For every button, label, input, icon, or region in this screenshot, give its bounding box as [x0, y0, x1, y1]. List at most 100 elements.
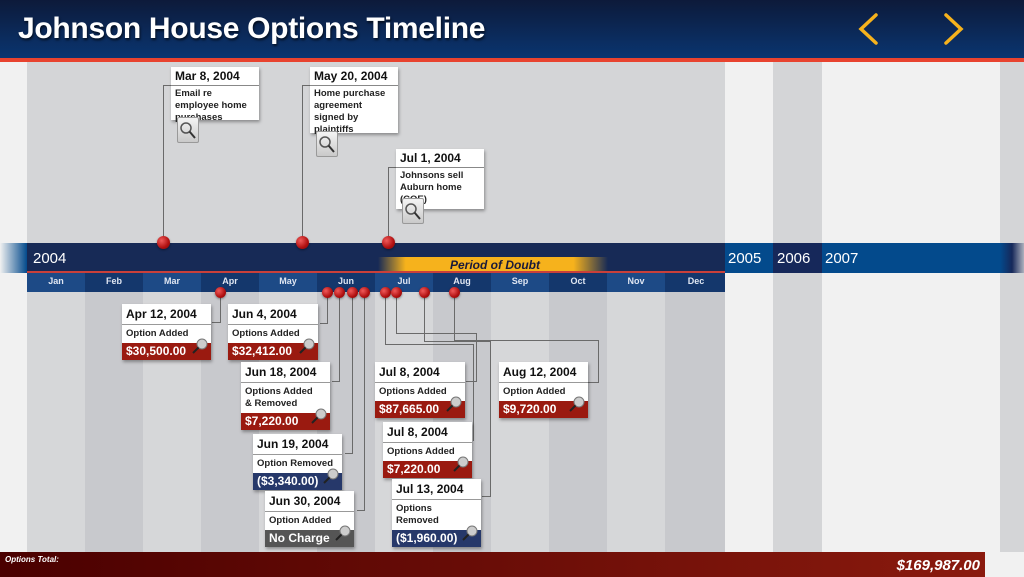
option-pin[interactable] [380, 287, 391, 298]
page-title: Johnson House Options Timeline [18, 12, 486, 45]
magnifier-icon[interactable] [322, 467, 340, 485]
option-connector [339, 292, 340, 381]
option-amount-value: $7,220.00 [245, 414, 299, 428]
option-connector [424, 292, 425, 341]
year-bar-fade [1000, 243, 1024, 273]
option-card[interactable]: Jul 8, 2004 Options Added $7,220.00 [383, 422, 472, 478]
month-label-aug: Aug [453, 276, 471, 286]
option-card[interactable]: Jul 13, 2004 Options Removed ($1,960.00) [392, 479, 481, 547]
option-connector [588, 382, 599, 383]
options-total-label: Options Total: [5, 555, 59, 564]
year-label-2006[interactable]: 2006 [777, 250, 810, 267]
option-connector [454, 340, 598, 341]
magnifier-icon[interactable] [334, 524, 352, 542]
option-connector [396, 292, 397, 333]
document-search-icon[interactable] [402, 198, 424, 224]
option-date: Jul 8, 2004 [375, 362, 465, 383]
arrow-left-icon [858, 13, 898, 45]
option-date: Jun 4, 2004 [228, 304, 318, 325]
option-connector [473, 344, 474, 440]
option-connector [364, 292, 365, 510]
month-label-jul: Jul [397, 276, 411, 286]
timeline-background-edge [1000, 62, 1024, 552]
option-connector [352, 292, 353, 453]
option-connector [396, 333, 477, 334]
footer-total-bar [0, 552, 985, 577]
option-card[interactable]: Jun 4, 2004 Options Added $32,412.00 [228, 304, 318, 360]
header-rule [0, 58, 1024, 62]
option-date: Jul 8, 2004 [383, 422, 472, 443]
magnifier-icon[interactable] [568, 395, 586, 413]
month-label-mar: Mar [163, 276, 180, 286]
event-pin[interactable] [382, 236, 395, 249]
option-amount-value: $9,720.00 [503, 402, 557, 416]
magnifier-icon[interactable] [445, 395, 463, 413]
magnifier-icon[interactable] [452, 455, 470, 473]
event-connector [163, 85, 164, 241]
option-connector [212, 322, 221, 323]
option-pin[interactable] [334, 287, 345, 298]
option-date: Jun 19, 2004 [253, 434, 342, 455]
option-amount-value: $7,220.00 [387, 462, 441, 476]
month-label-sep: Sep [511, 276, 529, 286]
option-pin[interactable] [347, 287, 358, 298]
option-connector [357, 510, 365, 511]
option-card[interactable]: Jun 18, 2004 Options Added & Removed $7,… [241, 362, 330, 430]
option-connector [385, 292, 386, 344]
back-button[interactable] [856, 10, 900, 48]
option-pin[interactable] [359, 287, 370, 298]
period-of-doubt-label: Period of Doubt [450, 258, 540, 272]
year-label-2005[interactable]: 2005 [728, 250, 761, 267]
event-connector [388, 167, 396, 168]
year-bar-2004 [27, 243, 725, 273]
option-description: Options Added & Removed [245, 386, 313, 409]
option-card[interactable]: Jun 30, 2004 Option Added No Charge [265, 491, 354, 547]
option-connector [482, 496, 491, 497]
event-card[interactable]: May 20, 2004 Home purchase agreement sig… [310, 67, 398, 135]
document-search-icon[interactable] [177, 117, 199, 143]
option-amount-value: ($1,960.00) [396, 531, 458, 545]
option-pin[interactable] [391, 287, 402, 298]
option-amount-value: $87,665.00 [379, 402, 440, 416]
event-card[interactable]: Mar 8, 2004 Email re employee home purch… [171, 67, 259, 123]
month-label-dec: Dec [687, 276, 705, 286]
option-connector [466, 381, 477, 382]
magnifier-icon[interactable] [191, 337, 209, 355]
magnifier-icon[interactable] [298, 337, 316, 355]
event-connector [302, 85, 310, 86]
option-pin[interactable] [322, 287, 333, 298]
option-card[interactable]: Jul 8, 2004 Options Added $87,665.00 [375, 362, 465, 418]
option-amount: $7,220.00 [241, 408, 330, 430]
option-amount-value: ($3,340.00) [257, 474, 319, 488]
option-pin[interactable] [419, 287, 430, 298]
magnifier-icon[interactable] [310, 407, 328, 425]
month-label-feb: Feb [105, 276, 122, 286]
event-date: Mar 8, 2004 [171, 67, 259, 86]
year-label-2007[interactable]: 2007 [825, 250, 858, 267]
month-label-jan: Jan [48, 276, 64, 286]
option-connector [385, 344, 474, 345]
forward-button[interactable] [922, 10, 966, 48]
option-pin[interactable] [449, 287, 460, 298]
option-pin[interactable] [215, 287, 226, 298]
option-amount: $30,500.00 [122, 338, 211, 360]
event-connector [302, 85, 303, 241]
event-date: May 20, 2004 [310, 67, 398, 86]
option-card[interactable]: Aug 12, 2004 Option Added $9,720.00 [499, 362, 588, 418]
option-connector [332, 381, 340, 382]
month-label-jun: Jun [337, 276, 354, 286]
option-amount: $32,412.00 [228, 338, 318, 360]
option-date: Jun 18, 2004 [241, 362, 330, 383]
option-card[interactable]: Apr 12, 2004 Option Added $30,500.00 [122, 304, 211, 360]
option-card[interactable]: Jun 19, 2004 Option Removed ($3,340.00) [253, 434, 342, 490]
option-amount: ($1,960.00) [392, 525, 481, 547]
timeline-background-2006 [773, 62, 822, 552]
event-pin[interactable] [296, 236, 309, 249]
magnifier-icon[interactable] [461, 524, 479, 542]
year-label-2004: 2004 [33, 250, 67, 267]
arrow-right-icon [924, 13, 964, 45]
document-search-icon[interactable] [316, 131, 338, 157]
event-connector [163, 85, 171, 86]
event-pin[interactable] [157, 236, 170, 249]
option-amount: $87,665.00 [375, 396, 465, 418]
